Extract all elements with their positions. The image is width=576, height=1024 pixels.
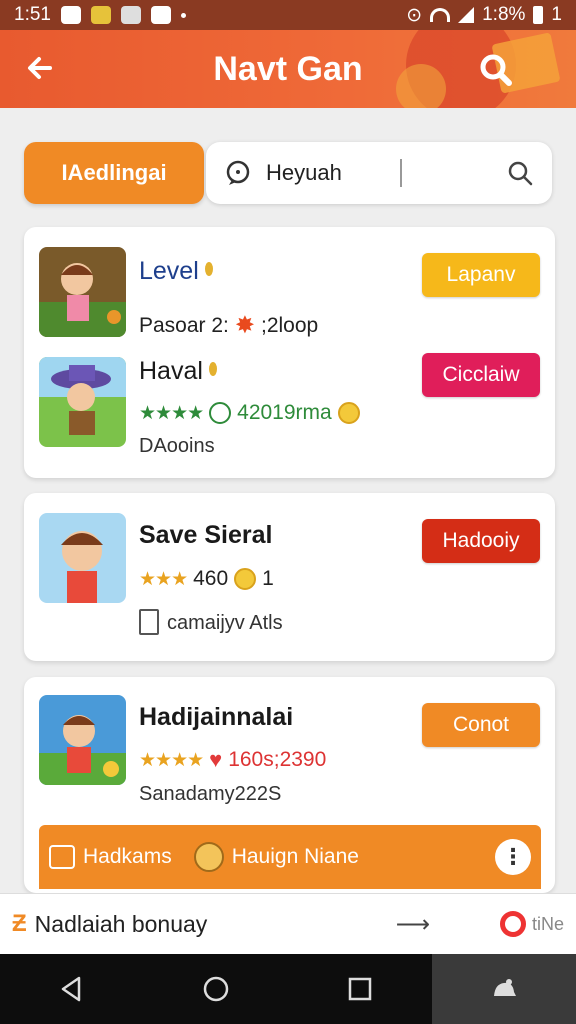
more-options-icon[interactable]: ⋮ <box>495 839 531 875</box>
pin-icon <box>208 362 217 376</box>
promo-right-label: Hauign Niane <box>231 845 359 868</box>
promo-bar[interactable]: Hadkams Hauign Niane ⋮ <box>39 825 541 889</box>
promo-left-label: Hadkams <box>83 845 172 868</box>
game-card[interactable]: Save Sieral ★★★ 460 1 camaijyv Atls Hado… <box>24 493 555 661</box>
nav-home-button[interactable] <box>144 954 288 1024</box>
game-action-button[interactable]: Cicclaiw <box>422 353 540 397</box>
game-name: Level <box>139 257 213 286</box>
game-meta: ★★★★ 4201​9rma <box>139 401 360 425</box>
game-thumbnail <box>39 357 126 447</box>
banner-text: Nadlaiah bonuay <box>34 910 208 937</box>
game-meta: Pasoar 2: ✸ ;2loop <box>139 312 319 339</box>
photo-notification-icon <box>120 6 141 24</box>
text-cursor <box>400 159 402 187</box>
app-notification-icon <box>90 6 111 24</box>
battery-icon <box>533 6 544 24</box>
game-thumbnail <box>39 695 126 785</box>
game-subtitle: Sanadamy222S <box>139 783 282 805</box>
game-card[interactable]: Hadijainnalai ★★★★ ♥ 160s;2390 Sanadamy2… <box>24 677 555 893</box>
bottom-banner[interactable]: Ƶ Nadlaiah bonuay ⟶ tiNe <box>0 893 576 954</box>
more-notifications-icon <box>180 12 186 18</box>
tv-icon <box>49 845 75 869</box>
notification-icon <box>60 6 81 24</box>
wifi-icon <box>430 8 451 22</box>
nav-assistant-button[interactable] <box>432 954 576 1024</box>
status-bar: 1:51 ⊙ 1:8% 1 <box>0 0 576 30</box>
game-card: Level Pasoar 2: ✸ ;2loop Lapanv Haval ★★… <box>24 227 555 478</box>
square-recents-icon <box>348 977 372 1001</box>
emoji-icon <box>337 402 360 424</box>
game-action-button[interactable]: Lapanv <box>422 253 540 297</box>
burst-icon: ✸ <box>234 312 255 339</box>
rating-stars: ★★★★ <box>139 402 204 424</box>
banner-right-label: tiNe <box>531 913 564 934</box>
game-name: Save Sieral <box>139 521 273 549</box>
chat-icon <box>226 160 250 185</box>
category-chip[interactable]: IAedlingai <box>24 142 204 204</box>
game-meta: ★★★ 460 1 <box>139 567 274 590</box>
game-meta: ★★★★ ♥ 160s;2390 <box>139 747 327 772</box>
search-icon[interactable] <box>506 159 534 187</box>
search-button[interactable] <box>476 50 516 90</box>
mascot-icon <box>193 842 224 872</box>
coin-icon <box>234 568 257 590</box>
battery-percent: 1:8% <box>482 4 526 25</box>
game-action-button[interactable]: Hadooiy <box>422 519 540 563</box>
circle-home-icon <box>203 976 229 1002</box>
heart-icon: ♥ <box>209 747 223 772</box>
rating-stars: ★★★★ <box>139 749 204 771</box>
game-action-button[interactable]: Conot <box>422 703 540 747</box>
game-name: Hadijainnalai <box>139 703 294 731</box>
triangle-back-icon <box>61 976 81 1002</box>
nav-recents-button[interactable] <box>288 954 432 1024</box>
arrow-right-icon[interactable]: ⟶ <box>396 910 430 939</box>
pin-icon <box>204 262 213 276</box>
live-logo-icon <box>499 911 526 937</box>
game-subtitle: camaijyv Atls <box>139 609 283 635</box>
nav-back-button[interactable] <box>0 954 144 1024</box>
system-nav-bar <box>0 954 576 1024</box>
verified-icon <box>209 402 232 424</box>
search-box[interactable] <box>206 142 552 204</box>
status-time: 1:51 <box>14 4 51 25</box>
document-icon <box>139 609 159 635</box>
status-extra: 1 <box>551 4 562 25</box>
search-row: IAedlingai <box>24 142 552 204</box>
search-icon <box>480 54 512 86</box>
message-notification-icon <box>150 6 171 24</box>
game-subtitle: DAooins <box>139 435 215 457</box>
app-bar: Navt Gan <box>0 30 576 108</box>
search-input[interactable] <box>266 160 406 186</box>
signal-icon <box>458 7 475 23</box>
brand-icon: Ƶ <box>12 910 27 937</box>
rating-stars: ★★★ <box>139 568 188 590</box>
alarm-icon: ⊙ <box>406 4 423 26</box>
game-thumbnail <box>39 513 126 603</box>
game-name: Haval <box>139 357 217 386</box>
game-thumbnail <box>39 247 126 337</box>
mascot-icon <box>494 979 516 996</box>
